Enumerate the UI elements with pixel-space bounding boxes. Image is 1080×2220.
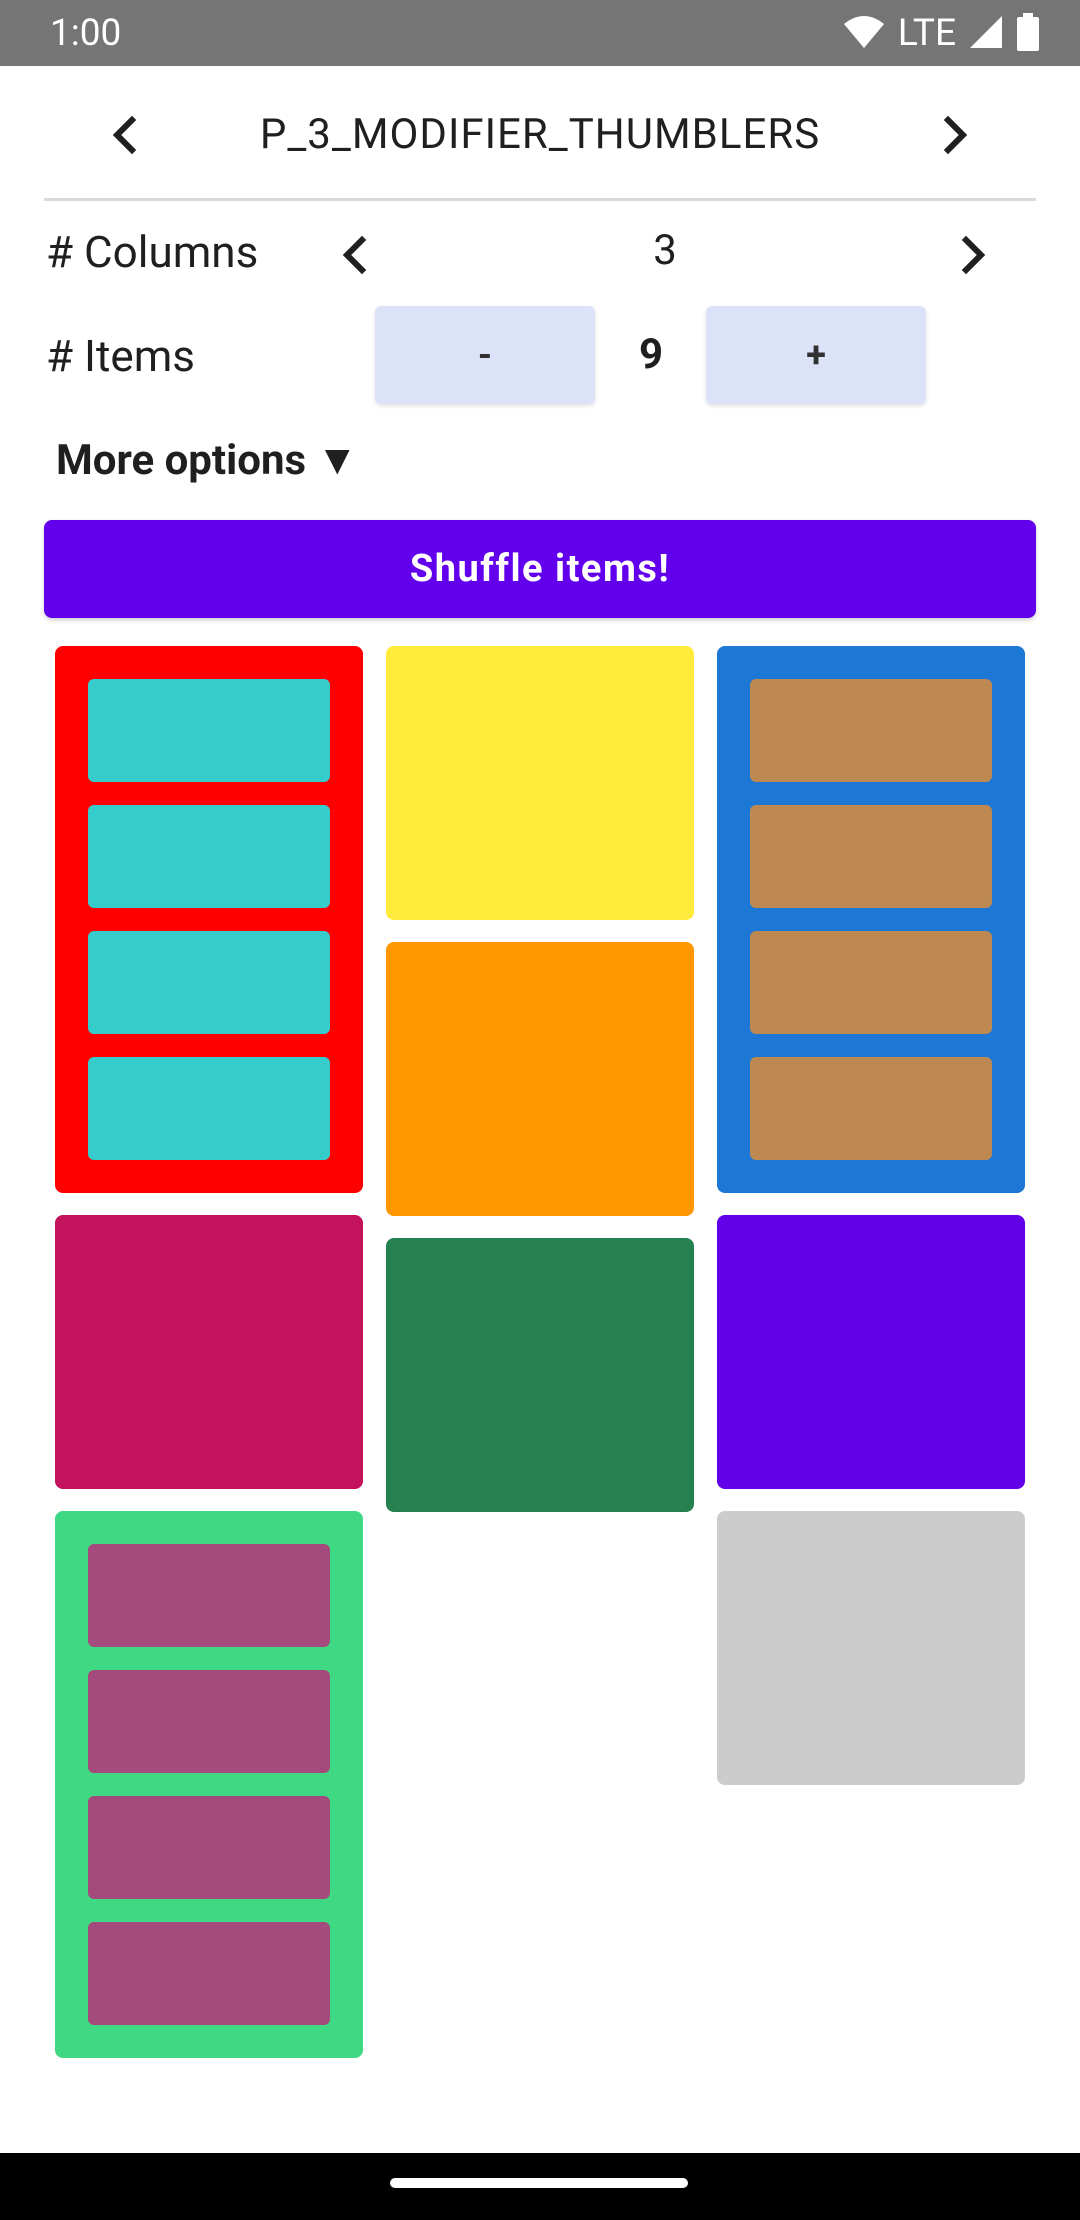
grid-item-inner-block xyxy=(88,805,330,908)
home-handle[interactable] xyxy=(390,2178,688,2188)
grid-item-inner-block xyxy=(88,1922,330,2025)
grid-item[interactable] xyxy=(55,646,363,1193)
columns-prev-icon[interactable] xyxy=(330,230,380,280)
grid-item-inner-block xyxy=(88,931,330,1034)
divider xyxy=(44,198,1036,201)
battery-icon xyxy=(1016,12,1040,55)
grid-item[interactable] xyxy=(55,1215,363,1489)
grid-item-inner-block xyxy=(88,1057,330,1160)
grid-item-inner-block xyxy=(750,931,992,1034)
wifi-icon xyxy=(842,14,886,54)
grid-item[interactable] xyxy=(386,1238,694,1512)
grid-item[interactable] xyxy=(386,646,694,920)
grid-item[interactable] xyxy=(386,942,694,1216)
grid-item-inner-block xyxy=(750,679,992,782)
status-bar: 1:00 LTE xyxy=(0,0,1080,66)
status-icons: LTE xyxy=(842,12,1040,55)
page-title: P_3_MODIFIER_THUMBLERS xyxy=(259,110,821,159)
grid-item-inner-block xyxy=(88,1670,330,1773)
grid-item-inner-block xyxy=(750,805,992,908)
grid-item-inner-block xyxy=(88,1796,330,1899)
demo-navigator: P_3_MODIFIER_THUMBLERS xyxy=(0,66,1080,198)
columns-next-icon[interactable] xyxy=(948,230,998,280)
grid-item[interactable] xyxy=(55,1511,363,2058)
chevron-left-icon[interactable] xyxy=(100,110,150,160)
grid-item-inner-block xyxy=(88,1544,330,1647)
chevron-right-icon[interactable] xyxy=(930,110,980,160)
more-options-toggle[interactable]: More options ▼ xyxy=(56,436,358,485)
signal-icon xyxy=(968,14,1004,54)
grid-item[interactable] xyxy=(717,1215,1025,1489)
lte-label: LTE xyxy=(897,12,956,55)
status-time: 1:00 xyxy=(50,12,122,55)
decrement-button[interactable]: - xyxy=(375,306,595,404)
columns-value: 3 xyxy=(653,226,677,275)
items-value: 9 xyxy=(638,330,664,379)
columns-label: # Columns xyxy=(46,226,259,278)
grid-item[interactable] xyxy=(717,1511,1025,1785)
grid-item-inner-block xyxy=(750,1057,992,1160)
shuffle-button[interactable]: Shuffle items! xyxy=(44,520,1036,618)
items-label: # Items xyxy=(46,330,195,382)
grid-item-inner-block xyxy=(88,679,330,782)
grid-item[interactable] xyxy=(717,646,1025,1193)
increment-button[interactable]: + xyxy=(706,306,926,404)
